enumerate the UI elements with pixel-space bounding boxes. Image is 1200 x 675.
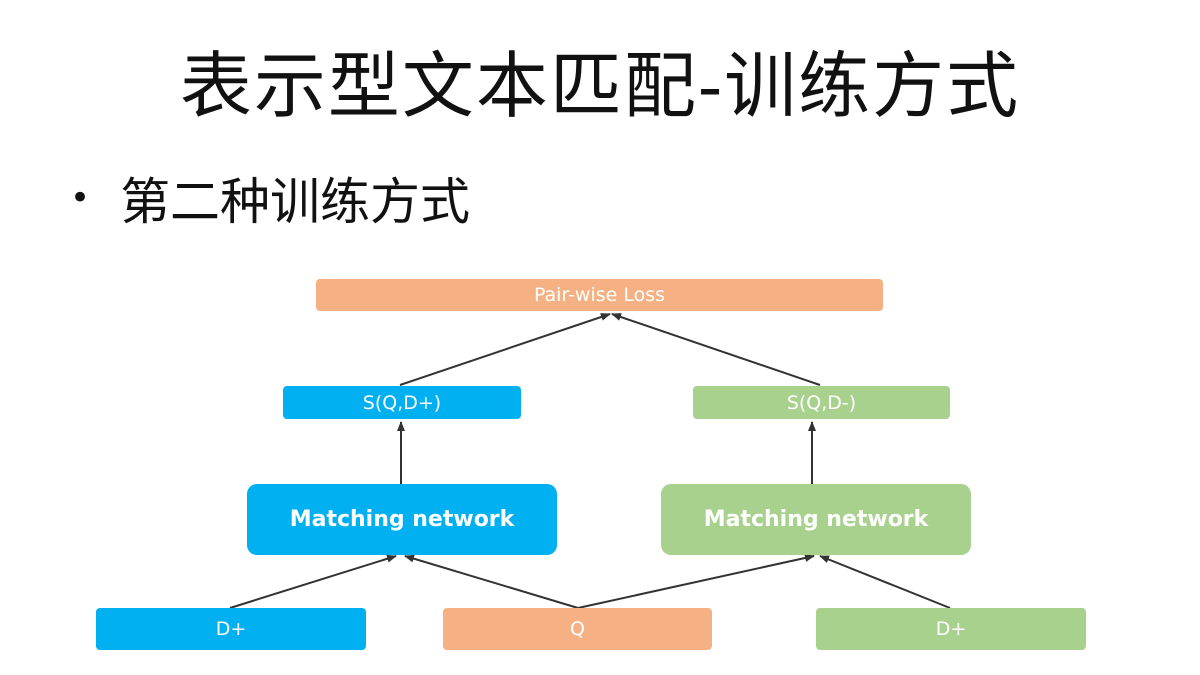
arrow-q-to-net-right — [577, 554, 815, 609]
matching-network-left: Matching network — [247, 484, 557, 555]
arrow-dpos-to-net-left — [229, 554, 397, 609]
arrow-q-to-net-left — [404, 554, 579, 609]
arrow-score-pos-to-loss — [399, 313, 611, 386]
input-query: Q — [443, 608, 712, 650]
pairwise-loss-box: Pair-wise Loss — [316, 279, 883, 311]
arrow-score-neg-to-loss — [611, 313, 821, 386]
matching-network-right: Matching network — [661, 484, 971, 555]
score-positive-box: S(Q,D+) — [283, 386, 521, 419]
input-positive-doc-left: D+ — [96, 608, 366, 650]
score-negative-box: S(Q,D-) — [693, 386, 950, 419]
arrow-dpos-right-to-net-right — [819, 555, 951, 609]
input-positive-doc-right: D+ — [816, 608, 1086, 650]
diagram-arrows — [229, 313, 951, 609]
